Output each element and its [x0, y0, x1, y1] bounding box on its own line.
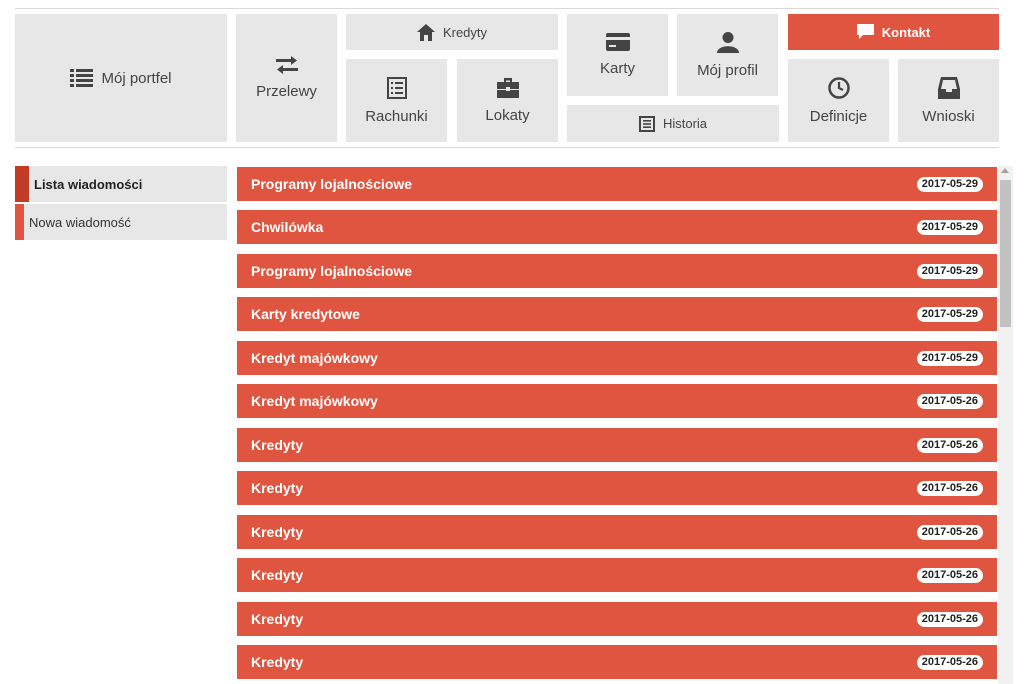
- message-row[interactable]: Kredyty 2017-05-26: [237, 645, 997, 679]
- message-row[interactable]: Programy lojalnościowe 2017-05-29: [237, 254, 997, 288]
- message-row[interactable]: Kredyty 2017-05-26: [237, 602, 997, 636]
- chat-bubble-icon: [856, 24, 874, 40]
- scroll-up-arrow-icon[interactable]: [1001, 168, 1009, 173]
- home-icon: [416, 23, 435, 41]
- scrollbar-thumb[interactable]: [1000, 180, 1011, 327]
- message-subject: Kredyt majówkowy: [251, 393, 378, 409]
- nav-tile-kontakt[interactable]: Kontakt: [788, 14, 999, 50]
- sidebar-item-nowa-wiadomosc[interactable]: Nowa wiadomość: [15, 204, 227, 240]
- message-date-badge: 2017-05-29: [916, 350, 983, 366]
- message-date-badge: 2017-05-29: [916, 306, 983, 322]
- nav-label: Mój portfel: [101, 69, 172, 87]
- nav-label: Kredyty: [442, 24, 488, 40]
- message-row[interactable]: Kredyty 2017-05-26: [237, 471, 997, 505]
- nav-tile-kredyty[interactable]: Kredyty: [346, 14, 558, 50]
- nav-tile-przelewy[interactable]: Przelewy: [236, 14, 337, 142]
- nav-label: Definicje: [809, 107, 868, 125]
- inbox-icon: [937, 76, 960, 99]
- receipt-icon: [386, 76, 407, 99]
- message-subject: Kredyty: [251, 567, 304, 583]
- list-icon: [70, 68, 94, 88]
- nav-tile-definicje[interactable]: Definicje: [788, 59, 889, 142]
- message-date-badge: 2017-05-26: [916, 654, 983, 670]
- message-subject: Kredyty: [251, 611, 304, 627]
- nav-tile-lokaty[interactable]: Lokaty: [457, 59, 558, 142]
- sidebar-item-label: Lista wiadomości: [34, 176, 143, 192]
- sidebar-item-lista-wiadomosci[interactable]: Lista wiadomości: [15, 166, 227, 202]
- credit-card-icon: [605, 33, 630, 51]
- message-row[interactable]: Programy lojalnościowe 2017-05-29: [237, 167, 997, 201]
- message-row[interactable]: Karty kredytowe 2017-05-29: [237, 297, 997, 331]
- message-date-badge: 2017-05-26: [916, 567, 983, 583]
- message-subject: Programy lojalnościowe: [251, 176, 413, 192]
- message-date-badge: 2017-05-29: [916, 263, 983, 279]
- message-subject: Chwilówka: [251, 219, 324, 235]
- message-row[interactable]: Kredyty 2017-05-26: [237, 515, 997, 549]
- message-row[interactable]: Kredyt majówkowy 2017-05-29: [237, 341, 997, 375]
- sidebar-item-label: Nowa wiadomość: [29, 214, 131, 230]
- nav-tile-historia[interactable]: Historia: [567, 105, 779, 142]
- message-subject: Kredyty: [251, 524, 304, 540]
- nav-label: Wnioski: [922, 107, 975, 125]
- message-date-badge: 2017-05-26: [916, 393, 983, 409]
- clock-icon: [827, 76, 850, 99]
- nav-label: Lokaty: [485, 106, 530, 124]
- message-list: Programy lojalnościowe 2017-05-29 Chwilów…: [236, 166, 997, 684]
- message-date-badge: 2017-05-29: [916, 219, 983, 235]
- top-divider: [15, 8, 999, 9]
- message-row[interactable]: Chwilówka 2017-05-29: [237, 210, 997, 244]
- nav-tile-moj-portfel[interactable]: Mój portfel: [15, 14, 227, 142]
- message-date-badge: 2017-05-26: [916, 611, 983, 627]
- message-subject: Programy lojalnościowe: [251, 263, 413, 279]
- nav-tile-moj-profil[interactable]: Mój profil: [677, 14, 778, 96]
- nav-tile-wnioski[interactable]: Wnioski: [898, 59, 999, 142]
- nav-divider: [15, 147, 999, 148]
- nav-label: Historia: [662, 116, 708, 131]
- message-subject: Kredyt majówkowy: [251, 350, 378, 366]
- briefcase-icon: [496, 77, 519, 98]
- message-subject: Kredyty: [251, 654, 304, 670]
- message-row[interactable]: Kredyty 2017-05-26: [237, 558, 997, 592]
- message-date-badge: 2017-05-26: [916, 524, 983, 540]
- message-date-badge: 2017-05-26: [916, 437, 983, 453]
- nav-tile-karty[interactable]: Karty: [567, 14, 668, 96]
- message-subject: Kredyty: [251, 437, 304, 453]
- message-subject: Karty kredytowe: [251, 306, 360, 322]
- nav-label: Rachunki: [365, 107, 428, 125]
- nav-label: Kontakt: [881, 24, 931, 40]
- active-indicator: [15, 166, 29, 202]
- nav-tile-rachunki[interactable]: Rachunki: [346, 59, 447, 142]
- scrollbar[interactable]: [998, 166, 1013, 684]
- nav-label: Mój profil: [697, 62, 758, 79]
- history-list-icon: [638, 115, 655, 132]
- transfer-arrows-icon: [275, 56, 298, 74]
- message-subject: Kredyty: [251, 480, 304, 496]
- message-row[interactable]: Kredyt majówkowy 2017-05-26: [237, 384, 997, 418]
- nav-label: Przelewy: [256, 83, 317, 100]
- message-date-badge: 2017-05-26: [916, 480, 983, 496]
- user-icon: [716, 31, 739, 53]
- item-indicator: [15, 204, 24, 240]
- nav-label: Karty: [599, 60, 635, 77]
- message-date-badge: 2017-05-29: [916, 176, 983, 192]
- message-row[interactable]: Kredyty 2017-05-26: [237, 428, 997, 462]
